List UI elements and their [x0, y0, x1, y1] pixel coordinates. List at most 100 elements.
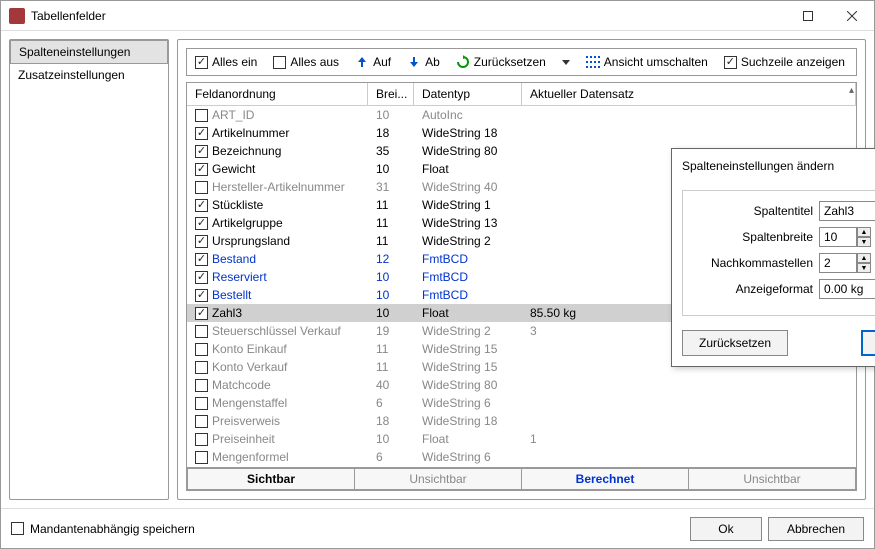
row-name: Konto Einkauf — [212, 342, 287, 356]
row-breite: 40 — [368, 378, 414, 392]
toolbar: Alles ein Alles aus Auf Ab Zurücksetzen … — [186, 48, 857, 76]
table-row[interactable]: Mengenformel6WideString 6 — [187, 448, 856, 466]
row-checkbox[interactable] — [195, 361, 208, 374]
row-checkbox[interactable] — [195, 271, 208, 284]
reset-dropdown[interactable] — [562, 60, 570, 65]
row-datentyp: WideString 2 — [414, 234, 522, 248]
row-datentyp: WideString 15 — [414, 342, 522, 356]
check-icon — [195, 56, 208, 69]
move-up-button[interactable]: Auf — [355, 55, 391, 69]
searchrow-toggle[interactable]: Suchzeile anzeigen — [724, 55, 845, 69]
row-checkbox[interactable] — [195, 217, 208, 230]
spaltentitel-input[interactable] — [819, 201, 875, 221]
row-checkbox[interactable] — [195, 199, 208, 212]
nachkomma-up[interactable]: ▲ — [857, 253, 871, 263]
row-checkbox[interactable] — [195, 343, 208, 356]
row-datentyp: WideString 80 — [414, 378, 522, 392]
table-row[interactable]: Mengenstaffel6WideString 6 — [187, 394, 856, 412]
row-breite: 35 — [368, 144, 414, 158]
row-checkbox[interactable] — [195, 253, 208, 266]
nachkomma-down[interactable]: ▼ — [857, 263, 871, 273]
row-name: Hersteller-Artikelnummer — [212, 180, 345, 194]
table-row[interactable]: Preiseinheit10Float1 — [187, 430, 856, 448]
row-checkbox[interactable] — [195, 235, 208, 248]
table-row[interactable]: Matchcode40WideString 80 — [187, 376, 856, 394]
uncheck-icon — [273, 56, 286, 69]
row-checkbox[interactable] — [195, 325, 208, 338]
anzeigeformat-input[interactable] — [819, 279, 875, 299]
header-name[interactable]: Feldanordnung — [187, 83, 368, 105]
row-name: Steuerschlüssel Verkauf — [212, 324, 341, 338]
spaltenbreite-up[interactable]: ▲ — [857, 227, 871, 237]
edit-column-dialog: Spalteneinstellungen ändern ✕ Spaltentit… — [671, 148, 875, 367]
spaltenbreite-label: Spaltenbreite — [693, 230, 813, 244]
header-breite[interactable]: Brei... — [368, 83, 414, 105]
row-checkbox[interactable] — [195, 433, 208, 446]
header-aktuell[interactable]: Aktueller Datensatz — [522, 83, 856, 105]
row-name: Konto Verkauf — [212, 360, 287, 374]
mandant-checkbox[interactable] — [11, 522, 24, 535]
row-breite: 6 — [368, 450, 414, 464]
close-button[interactable] — [830, 1, 874, 31]
alles-aus-toggle[interactable]: Alles aus — [273, 55, 339, 69]
dialog-cancel-button[interactable]: Abbrechen — [768, 517, 864, 541]
spaltenbreite-down[interactable]: ▼ — [857, 237, 871, 247]
row-checkbox[interactable] — [195, 307, 208, 320]
popup-reset-button[interactable]: Zurücksetzen — [682, 330, 788, 356]
filter-sichtbar[interactable]: Sichtbar — [187, 468, 355, 490]
right-panel: Alles ein Alles aus Auf Ab Zurücksetzen … — [177, 39, 866, 500]
row-checkbox[interactable] — [195, 181, 208, 194]
row-breite: 11 — [368, 342, 414, 356]
row-checkbox[interactable] — [195, 451, 208, 464]
dialog-footer: Mandantenabhängig speichern Ok Abbrechen — [1, 508, 874, 548]
row-datentyp: WideString 13 — [414, 216, 522, 230]
header-datentyp[interactable]: Datentyp — [414, 83, 522, 105]
row-datentyp: WideString 18 — [414, 126, 522, 140]
popup-close-button[interactable]: ✕ — [857, 157, 875, 174]
row-checkbox[interactable] — [195, 397, 208, 410]
row-name: Bestand — [212, 252, 256, 266]
table-row[interactable]: Preisverweis18WideString 18 — [187, 412, 856, 430]
spaltenbreite-input[interactable] — [819, 227, 857, 247]
row-breite: 6 — [368, 396, 414, 410]
scroll-up-icon[interactable]: ▴ — [849, 85, 854, 96]
nav-item-zusatzeinstellungen[interactable]: Zusatzeinstellungen — [10, 64, 168, 87]
maximize-button[interactable] — [786, 1, 830, 31]
popup-ok-button[interactable]: Ok — [861, 330, 875, 356]
row-name: Preiseinheit — [212, 432, 275, 446]
row-checkbox[interactable] — [195, 145, 208, 158]
row-breite: 12 — [368, 252, 414, 266]
row-datentyp: WideString 6 — [414, 396, 522, 410]
row-name: Artikelgruppe — [212, 216, 283, 230]
filter-berechnet[interactable]: Berechnet — [522, 468, 689, 490]
nav-item-spalteneinstellungen[interactable]: Spalteneinstellungen — [10, 40, 168, 64]
move-down-button[interactable]: Ab — [407, 55, 440, 69]
row-datentyp: WideString 2 — [414, 324, 522, 338]
row-datentyp: WideString 15 — [414, 360, 522, 374]
row-name: Stückliste — [212, 198, 263, 212]
row-checkbox[interactable] — [195, 379, 208, 392]
view-toggle-button[interactable]: Ansicht umschalten — [586, 55, 708, 69]
reset-button[interactable]: Zurücksetzen — [456, 55, 546, 69]
alles-ein-toggle[interactable]: Alles ein — [195, 55, 257, 69]
refresh-icon — [456, 55, 470, 69]
row-aktuell: 1 — [522, 432, 856, 446]
row-checkbox[interactable] — [195, 289, 208, 302]
row-breite: 11 — [368, 234, 414, 248]
table-row[interactable]: Artikelnummer18WideString 18 — [187, 124, 856, 142]
row-checkbox[interactable] — [195, 127, 208, 140]
row-checkbox[interactable] — [195, 415, 208, 428]
dialog-ok-button[interactable]: Ok — [690, 517, 762, 541]
nachkomma-input[interactable] — [819, 253, 857, 273]
arrow-up-icon — [355, 55, 369, 69]
row-checkbox[interactable] — [195, 163, 208, 176]
filter-unsichtbar1[interactable]: Unsichtbar — [355, 468, 522, 490]
chevron-down-icon — [562, 60, 570, 65]
table-row[interactable]: ART_ID10AutoInc — [187, 106, 856, 124]
row-checkbox[interactable] — [195, 109, 208, 122]
row-datentyp: FmtBCD — [414, 270, 522, 284]
left-nav: Spalteneinstellungen Zusatzeinstellungen — [9, 39, 169, 500]
row-datentyp: Float — [414, 306, 522, 320]
filter-unsichtbar2[interactable]: Unsichtbar — [689, 468, 856, 490]
row-datentyp: WideString 80 — [414, 144, 522, 158]
